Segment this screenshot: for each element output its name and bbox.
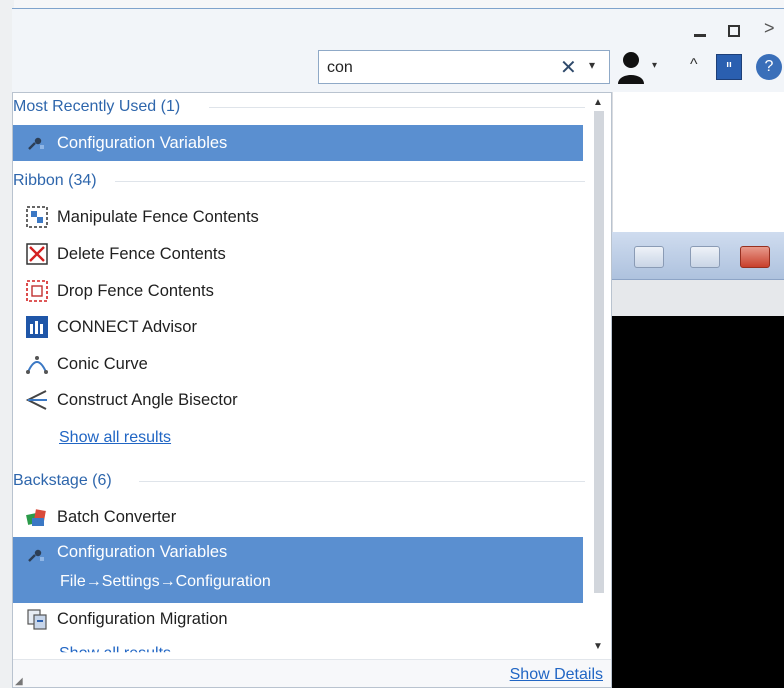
result-label: Construct Angle Bisector <box>57 390 238 409</box>
result-item-config-migration[interactable]: Configuration Migration <box>13 601 583 637</box>
conic-curve-icon <box>26 356 48 374</box>
result-label: Manipulate Fence Contents <box>57 207 259 226</box>
section-divider <box>139 481 585 482</box>
section-header-ribbon: Ribbon (34) <box>13 172 97 189</box>
delete-fence-icon <box>26 243 48 265</box>
connect-advisor-icon[interactable]: ᑊᑊ <box>716 54 742 80</box>
view-toolbar <box>612 280 784 316</box>
search-dropdown-icon[interactable]: ▾ <box>589 58 595 72</box>
minimize-icon[interactable] <box>694 34 706 37</box>
result-label: Configuration Variables <box>57 133 228 152</box>
result-label: Batch Converter <box>57 507 177 526</box>
result-label: CONNECT Advisor <box>57 317 197 336</box>
resize-grip-icon[interactable]: ◢ <box>15 676 23 687</box>
scroll-thumb[interactable] <box>594 111 604 593</box>
user-icon[interactable] <box>616 50 646 84</box>
dropdown-footer: ◢ Show Details <box>13 659 611 687</box>
result-item-batch-converter[interactable]: Batch Converter <box>13 499 583 535</box>
user-dropdown-icon[interactable]: ▾ <box>652 60 657 71</box>
manipulate-fence-icon <box>26 206 48 228</box>
maximize-icon[interactable] <box>728 25 740 37</box>
config-variables-icon <box>28 137 44 150</box>
scroll-up-icon[interactable]: ▲ <box>593 97 603 108</box>
batch-converter-icon <box>26 509 46 526</box>
result-path: File→Settings→Configuration <box>60 573 271 590</box>
config-variables-icon <box>28 549 44 562</box>
result-item-drop-fence[interactable]: Drop Fence Contents <box>13 273 583 309</box>
scroll-down-icon[interactable]: ▼ <box>593 641 603 652</box>
result-item-connect-advisor[interactable]: CONNECT Advisor <box>13 309 583 345</box>
result-item-delete-fence[interactable]: Delete Fence Contents <box>13 236 583 272</box>
result-item-recent-config-variables[interactable]: Configuration Variables <box>13 125 583 161</box>
workspace-panel <box>612 92 784 232</box>
result-label: Configuration Migration <box>57 609 228 628</box>
result-label: Delete Fence Contents <box>57 244 226 263</box>
angle-bisector-icon <box>25 390 47 410</box>
help-icon[interactable]: ? <box>756 54 782 80</box>
show-details-link[interactable]: Show Details <box>510 666 603 684</box>
result-label: Configuration Variables <box>57 543 228 561</box>
drop-fence-icon <box>26 280 48 302</box>
section-divider <box>209 107 585 108</box>
section-divider <box>115 181 585 182</box>
view-minimize-button[interactable] <box>634 246 664 268</box>
section-header-backstage: Backstage (6) <box>13 472 112 489</box>
config-migration-icon <box>27 609 47 630</box>
close-icon[interactable]: > <box>764 18 775 39</box>
clear-search-icon[interactable]: ✕ <box>560 55 577 80</box>
result-item-manipulate-fence[interactable]: Manipulate Fence Contents <box>13 199 583 235</box>
search-input[interactable] <box>325 56 555 80</box>
search-results-dropdown: Most Recently Used (1) Configuration Var… <box>12 92 612 688</box>
connect-advisor-icon <box>26 316 48 338</box>
view-close-button[interactable] <box>740 246 770 268</box>
result-item-angle-bisector[interactable]: Construct Angle Bisector <box>13 382 583 418</box>
view-restore-button[interactable] <box>690 246 720 268</box>
results-scrollbar[interactable]: ▲ ▼ <box>589 93 609 659</box>
drawing-viewport[interactable] <box>612 316 784 688</box>
section-header-recent: Most Recently Used (1) <box>13 98 181 115</box>
result-label: Conic Curve <box>57 354 148 373</box>
result-item-backstage-config-variables[interactable]: Configuration Variables File→Settings→Co… <box>13 537 583 603</box>
collapse-ribbon-icon[interactable]: ^ <box>690 56 698 74</box>
show-all-results-link[interactable]: Show all results <box>59 429 171 447</box>
result-label: Drop Fence Contents <box>57 281 214 300</box>
result-item-conic-curve[interactable]: Conic Curve <box>13 346 583 382</box>
